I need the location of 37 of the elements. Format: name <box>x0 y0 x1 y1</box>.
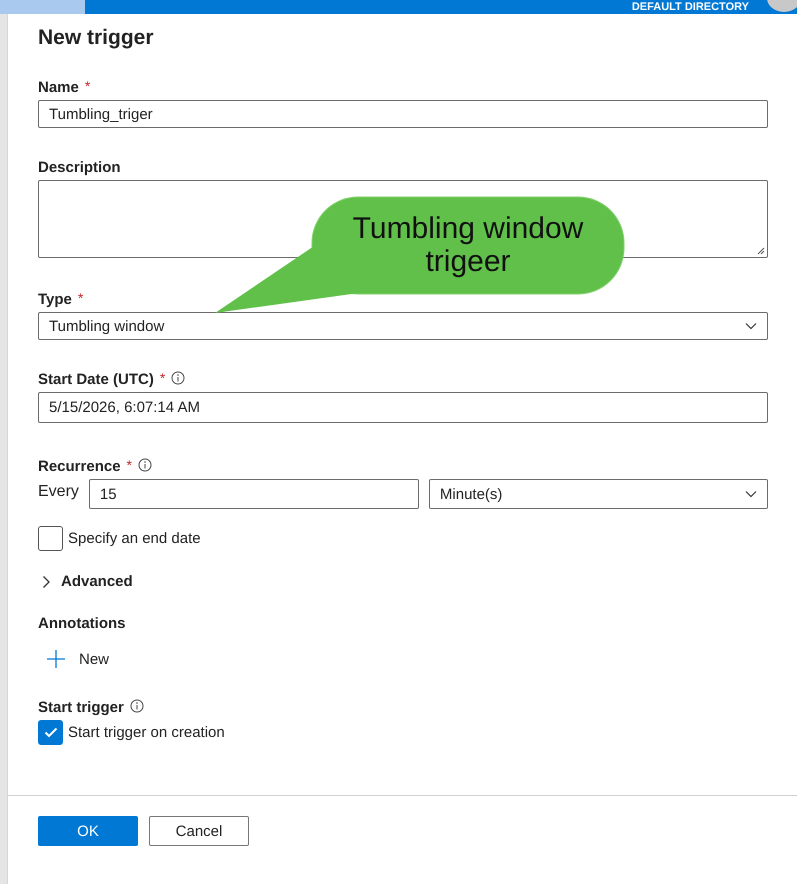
checkbox[interactable] <box>38 720 63 745</box>
chevron-right-icon <box>42 574 51 588</box>
field-label: Start Date (UTC) <box>38 370 154 390</box>
directory-name: DEFAULT DIRECTORY <box>632 0 749 14</box>
field-label: Recurrence <box>38 457 121 477</box>
info-icon[interactable] <box>130 699 144 713</box>
required-mark: * <box>84 78 90 94</box>
type-dropdown[interactable]: Tumbling window <box>38 312 768 340</box>
chevron-down-icon <box>745 490 757 498</box>
resize-grip-icon <box>757 247 765 255</box>
advanced-toggle[interactable]: Advanced <box>42 573 133 590</box>
cancel-button[interactable]: Cancel <box>149 816 249 846</box>
required-mark: * <box>126 457 132 473</box>
callout-text: Tumbling window trigeer <box>352 212 584 278</box>
required-mark: * <box>160 370 166 386</box>
every-label: Every <box>38 482 79 502</box>
info-icon[interactable] <box>138 458 152 472</box>
interval-field[interactable]: 15 <box>88 479 419 509</box>
new-annotation-button[interactable]: New <box>47 650 110 668</box>
required-mark: * <box>78 290 84 306</box>
chevron-down-icon <box>745 322 757 330</box>
start-date-field[interactable]: 5/15/2026, 6:07:14 AM <box>38 392 768 423</box>
dialog-title: New trigger <box>38 25 155 51</box>
check-icon <box>44 727 58 738</box>
checkbox-label: Start trigger on creation <box>68 724 225 741</box>
checkbox[interactable] <box>38 526 63 551</box>
name-field[interactable]: Tumbling_triger <box>38 100 768 128</box>
ok-button[interactable]: OK <box>38 816 138 846</box>
checkbox-label: Specify an end date <box>68 530 201 547</box>
field-label: Type <box>38 290 72 310</box>
field-label: Name <box>38 78 79 98</box>
unit-dropdown[interactable]: Minute(s) <box>428 479 768 509</box>
info-icon[interactable] <box>171 371 186 385</box>
field-label: Start trigger <box>38 698 124 718</box>
plus-icon <box>47 650 65 668</box>
field-label: Description <box>38 158 121 178</box>
field-label: Annotations <box>38 614 126 634</box>
